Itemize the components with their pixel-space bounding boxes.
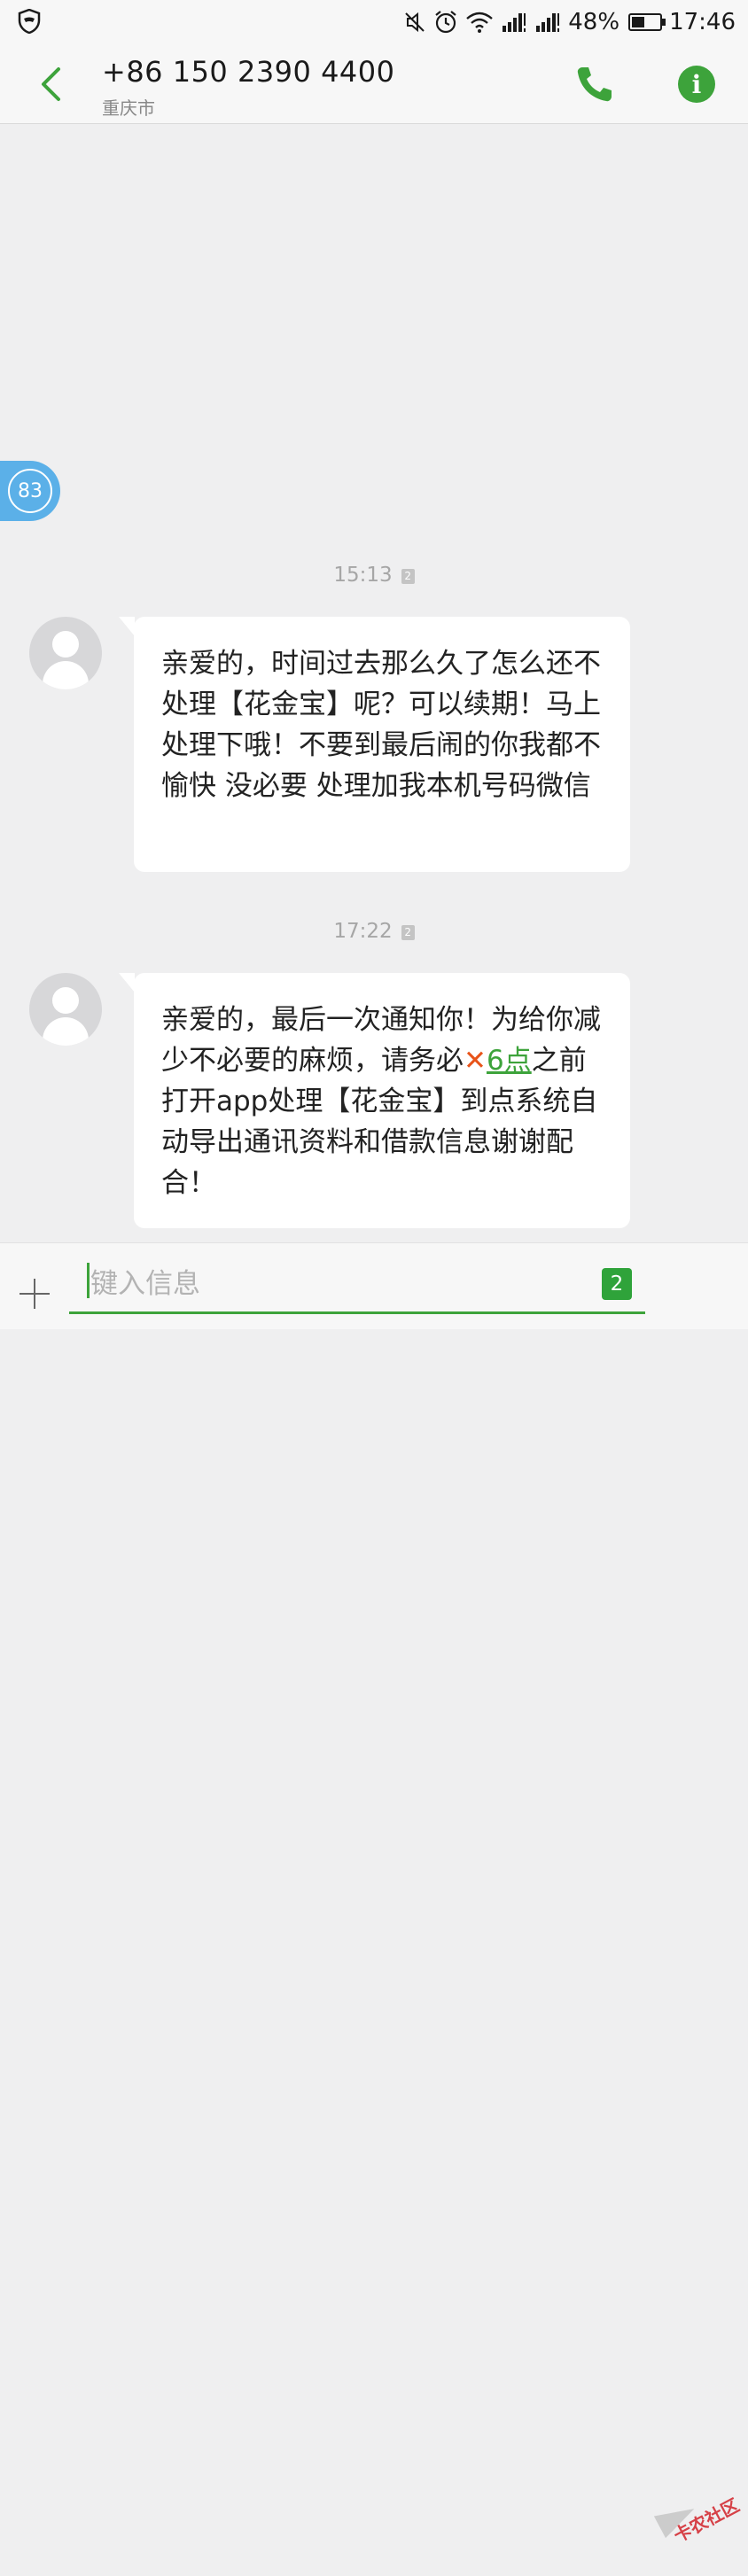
shield-icon xyxy=(18,9,41,34)
watermark-logo: 卡农社区 xyxy=(644,2471,748,2576)
cross-mark-icon: ✕ xyxy=(464,1045,487,1077)
timestamp-text: 15:13 xyxy=(333,564,393,587)
sim-icon: 2 xyxy=(401,569,415,584)
floating-badge-count: 83 xyxy=(8,469,52,513)
clock: 17:46 xyxy=(669,9,736,35)
sim-icon: 2 xyxy=(401,925,415,940)
message-bubble[interactable]: 亲爱的，时间过去那么久了怎么还不处理【花金宝】呢？可以续期！马上处理下哦！不要到… xyxy=(119,617,630,872)
battery-icon xyxy=(628,13,666,31)
contact-location: 重庆市 xyxy=(102,97,155,119)
conversation-header: +86 150 2390 4400 重庆市 i xyxy=(0,44,748,124)
text-cursor xyxy=(87,1263,90,1298)
signal-icon xyxy=(503,13,526,32)
avatar[interactable] xyxy=(29,617,102,689)
message-timestamp: 15:13 2 xyxy=(0,564,748,587)
composer-bar: 2 卡农社区 xyxy=(0,1242,748,2547)
timestamp-text: 17:22 xyxy=(333,920,393,943)
alarm-icon xyxy=(435,11,456,34)
watermark-text: 卡农社区 xyxy=(670,2494,744,2547)
back-arrow-icon[interactable] xyxy=(32,64,71,105)
avatar[interactable] xyxy=(29,973,102,1046)
time-link[interactable]: 6点 xyxy=(487,1045,532,1077)
battery-percent: 48% xyxy=(568,9,620,35)
floating-badge[interactable]: 83 xyxy=(0,461,60,521)
signal-icon xyxy=(536,13,560,32)
message-text: 亲爱的，时间过去那么久了怎么还不处理【花金宝】呢？可以续期！马上处理下哦！不要到… xyxy=(161,648,601,802)
info-icon[interactable]: i xyxy=(678,66,715,103)
add-attachment-icon[interactable] xyxy=(19,1279,50,1309)
battery-fill xyxy=(632,17,644,27)
avatar-head xyxy=(52,631,79,658)
avatar-head xyxy=(52,987,79,1014)
message-timestamp: 17:22 2 xyxy=(0,920,748,943)
message-input[interactable] xyxy=(69,1256,645,1314)
status-bar: 48% 17:46 xyxy=(0,0,748,44)
status-icons: 48% 17:46 xyxy=(403,6,736,38)
mute-icon xyxy=(405,12,425,33)
avatar-body xyxy=(43,661,89,689)
avatar-body xyxy=(43,1017,89,1046)
wifi-icon xyxy=(466,12,494,33)
message-bubble[interactable]: 亲爱的，最后一次通知你！为给你减少不必要的麻烦，请务必✕6点之前打开app处理【… xyxy=(119,973,630,1228)
phone-icon[interactable] xyxy=(574,64,615,105)
contact-number: +86 150 2390 4400 xyxy=(102,55,395,89)
send-sim-button[interactable]: 2 xyxy=(602,1268,632,1300)
